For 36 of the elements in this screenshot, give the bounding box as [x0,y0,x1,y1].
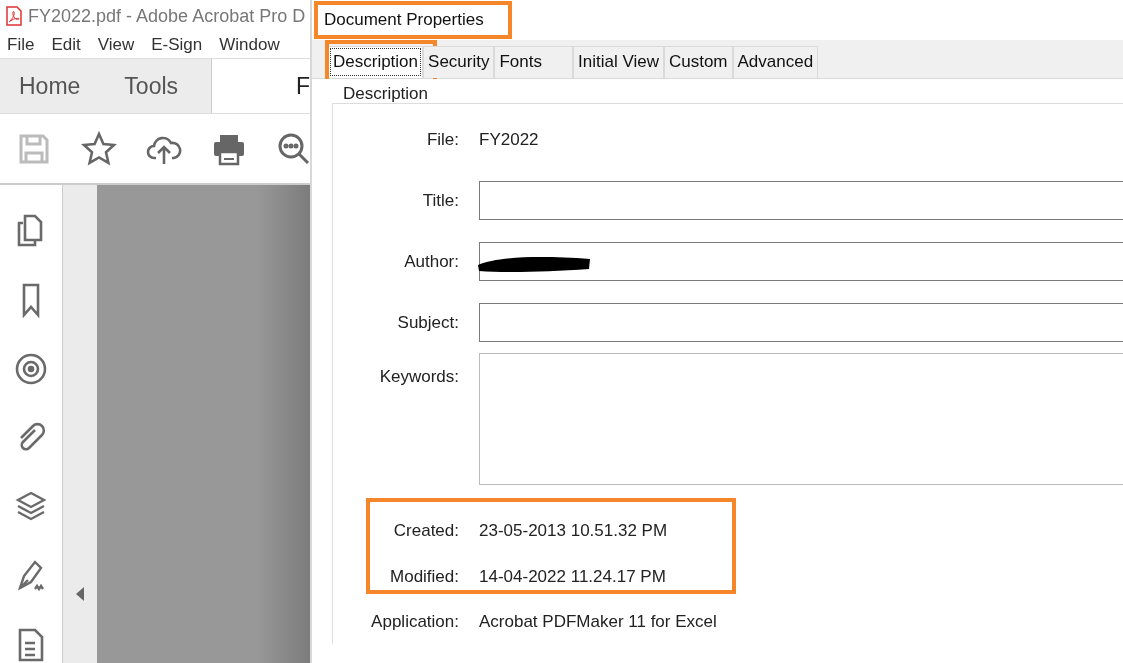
menu-item[interactable]: Edit [51,35,81,55]
menu-item[interactable]: File [7,35,35,55]
field-label: Title: [421,190,459,211]
dialog-tab[interactable]: Advanced [732,46,819,78]
star-icon[interactable] [81,130,117,167]
pdf-file-icon [6,6,22,26]
app-tab[interactable]: Tools [124,72,179,100]
field-label: Created: [392,521,459,541]
field-label: File: [425,130,459,150]
input-field[interactable] [479,181,1123,220]
field-label: Application: [370,612,459,632]
menu-item[interactable]: E-Sign [151,35,203,55]
field-value: 23-05-2013 10.51.32 PM [479,521,668,541]
field-value: FY2022 [479,130,539,150]
field-label: Author: [403,251,459,272]
input-field[interactable] [479,242,1123,281]
field-label: Subject: [396,312,459,333]
collapse-arrow-icon[interactable] [76,587,84,601]
field-value: Acrobat PDFMaker 11 for Excel [479,612,717,632]
app-tab[interactable]: F [295,72,310,100]
app-tab[interactable]: Home [19,72,81,100]
field-label: Modified: [389,567,459,587]
dialog-tab[interactable]: Fonts [494,46,573,78]
window-title: FY2022.pdf - Adobe Acrobat Pro D [28,5,306,27]
dialog-tab[interactable]: Description [328,46,424,78]
field-value: 14-04-2022 11.24.17 PM [479,567,666,587]
input-field[interactable] [479,303,1123,342]
menu-item[interactable]: Window [219,35,280,55]
group-title: Description [343,85,430,103]
dialog-title: Document Properties [324,10,484,30]
dialog-tab[interactable]: Initial View [573,46,664,78]
dialog-tab[interactable]: Security [423,46,495,78]
menu-item[interactable]: View [97,35,135,55]
dialog-tab[interactable]: Custom [663,46,733,78]
target-icon[interactable] [15,351,47,387]
field-label: Keywords: [378,367,459,387]
